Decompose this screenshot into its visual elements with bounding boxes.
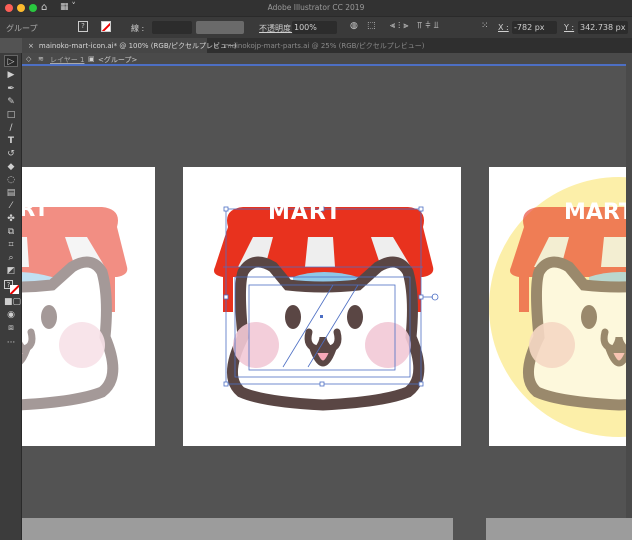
eyedropper-tool[interactable]: ⁄ <box>4 200 18 212</box>
artboard-bottom-right[interactable] <box>486 518 632 540</box>
artboard-left[interactable]: MART <box>22 167 155 446</box>
y-label: Y : <box>564 23 575 32</box>
drawing-mode-icon[interactable]: ◉ <box>4 309 18 321</box>
mart-sign-text: MART <box>22 197 49 221</box>
selection-tool[interactable]: ▷ <box>4 55 18 67</box>
type-tool[interactable]: T <box>4 135 18 147</box>
color-mode-buttons[interactable]: ■▢ <box>4 296 21 308</box>
opacity-label[interactable]: 不透明度 : <box>259 23 296 34</box>
artboard-center[interactable]: MART <box>183 167 461 446</box>
symbol-sprayer-tool[interactable]: ✤ <box>4 213 18 225</box>
app-title: Adobe Illustrator CC 2019 <box>267 3 365 12</box>
tab-mainoko-mart-icon[interactable]: × mainoko-mart-icon.ai* @ 100% (RGB/ピクセルプ… <box>22 38 237 53</box>
stroke-label: 線 : <box>131 24 145 33</box>
shape-builder-tool[interactable]: ⧉ <box>4 226 18 238</box>
gradient-tool[interactable]: ▤ <box>4 187 18 199</box>
fill-swatch[interactable]: ? <box>78 21 88 32</box>
selection-type-label: グループ <box>6 24 38 33</box>
back-icon[interactable]: ◇ <box>26 55 31 63</box>
breadcrumb-group[interactable]: <グループ> <box>98 55 137 65</box>
eraser-tool[interactable]: ◆ <box>4 161 18 173</box>
artboard-tool[interactable]: ⌗ <box>4 239 18 251</box>
screen-mode-icon[interactable]: ⧈ <box>4 322 18 334</box>
lasso-tool[interactable]: ◌ <box>4 174 18 186</box>
reference-point-icon[interactable]: ⁙ <box>481 21 489 31</box>
tools-panel: ▷ ▶ ✒ ✎ □ ∕ T ↺ ◆ ◌ ▤ ⁄ ✤ ⧉ ⌗ ⌕ ◩ ? ■▢ ◉… <box>0 53 22 540</box>
transform-icon[interactable]: ⬚ <box>367 21 376 31</box>
close-tab-icon[interactable]: × <box>214 42 220 50</box>
direct-selection-tool[interactable]: ▶ <box>4 69 18 81</box>
vertical-scrollbar[interactable] <box>626 53 632 518</box>
curvature-tool[interactable]: ✎ <box>4 96 18 108</box>
align-buttons[interactable]: ⫷⫶⫸ ⫪⫩⫫ <box>390 21 442 31</box>
stroke-swatch[interactable] <box>101 21 111 32</box>
rectangle-tool[interactable]: □ <box>4 109 18 121</box>
paintbrush-tool[interactable]: ∕ <box>4 122 18 134</box>
pen-tool[interactable]: ✒ <box>4 83 18 95</box>
zoom-tool[interactable]: ⌕ <box>4 252 18 264</box>
opacity-input[interactable]: 100% <box>292 21 337 34</box>
stroke-weight-input[interactable] <box>152 21 192 34</box>
x-label: X : <box>498 23 509 32</box>
artboard-bottom-left[interactable] <box>22 518 453 540</box>
opacity-value: 100% <box>294 23 317 32</box>
breadcrumb-layer[interactable]: レイヤー 1 <box>50 55 84 65</box>
recolor-icon[interactable]: ◍ <box>350 21 358 31</box>
swap-fill-stroke-icon[interactable]: ◩ <box>4 265 18 277</box>
mart-sign-text: MART <box>268 200 342 225</box>
stroke-color-tool[interactable] <box>10 285 19 294</box>
group-icon: ▣ <box>88 55 95 63</box>
x-value: -782 px <box>514 23 545 32</box>
x-input[interactable]: -782 px <box>512 21 557 34</box>
document-tabs: × mainoko-mart-icon.ai* @ 100% (RGB/ピクセルプ… <box>22 38 632 53</box>
control-bar: グループ ? 線 : 不透明度 : 100% ◍ ⬚ ⫷⫶⫸ ⫪⫩⫫ ⁙ X :… <box>0 16 632 38</box>
y-value: 342.738 px <box>580 23 626 32</box>
mart-sign-text: MART <box>564 200 626 225</box>
rotate-tool[interactable]: ↺ <box>4 148 18 160</box>
y-input[interactable]: 342.738 px <box>578 21 628 34</box>
tab-label: mainokojp-mart-parts.ai @ 25% (RGB/ピクセルプ… <box>224 42 425 50</box>
close-tab-icon[interactable]: × <box>28 42 34 50</box>
artboard-right[interactable]: MART <box>489 167 626 446</box>
tab-mainokojp-mart-parts[interactable]: × mainokojp-mart-parts.ai @ 25% (RGB/ピクセル… <box>208 38 448 53</box>
layers-icon: ≋ <box>38 55 44 63</box>
more-tools-icon[interactable]: ··· <box>4 337 18 349</box>
title-bar: ⌂ ▦ ˅ Adobe Illustrator CC 2019 <box>0 0 632 16</box>
variable-width-profile[interactable] <box>196 21 244 34</box>
breadcrumb: ◇ ≋ レイヤー 1 ▣ <グループ> <box>22 53 626 66</box>
